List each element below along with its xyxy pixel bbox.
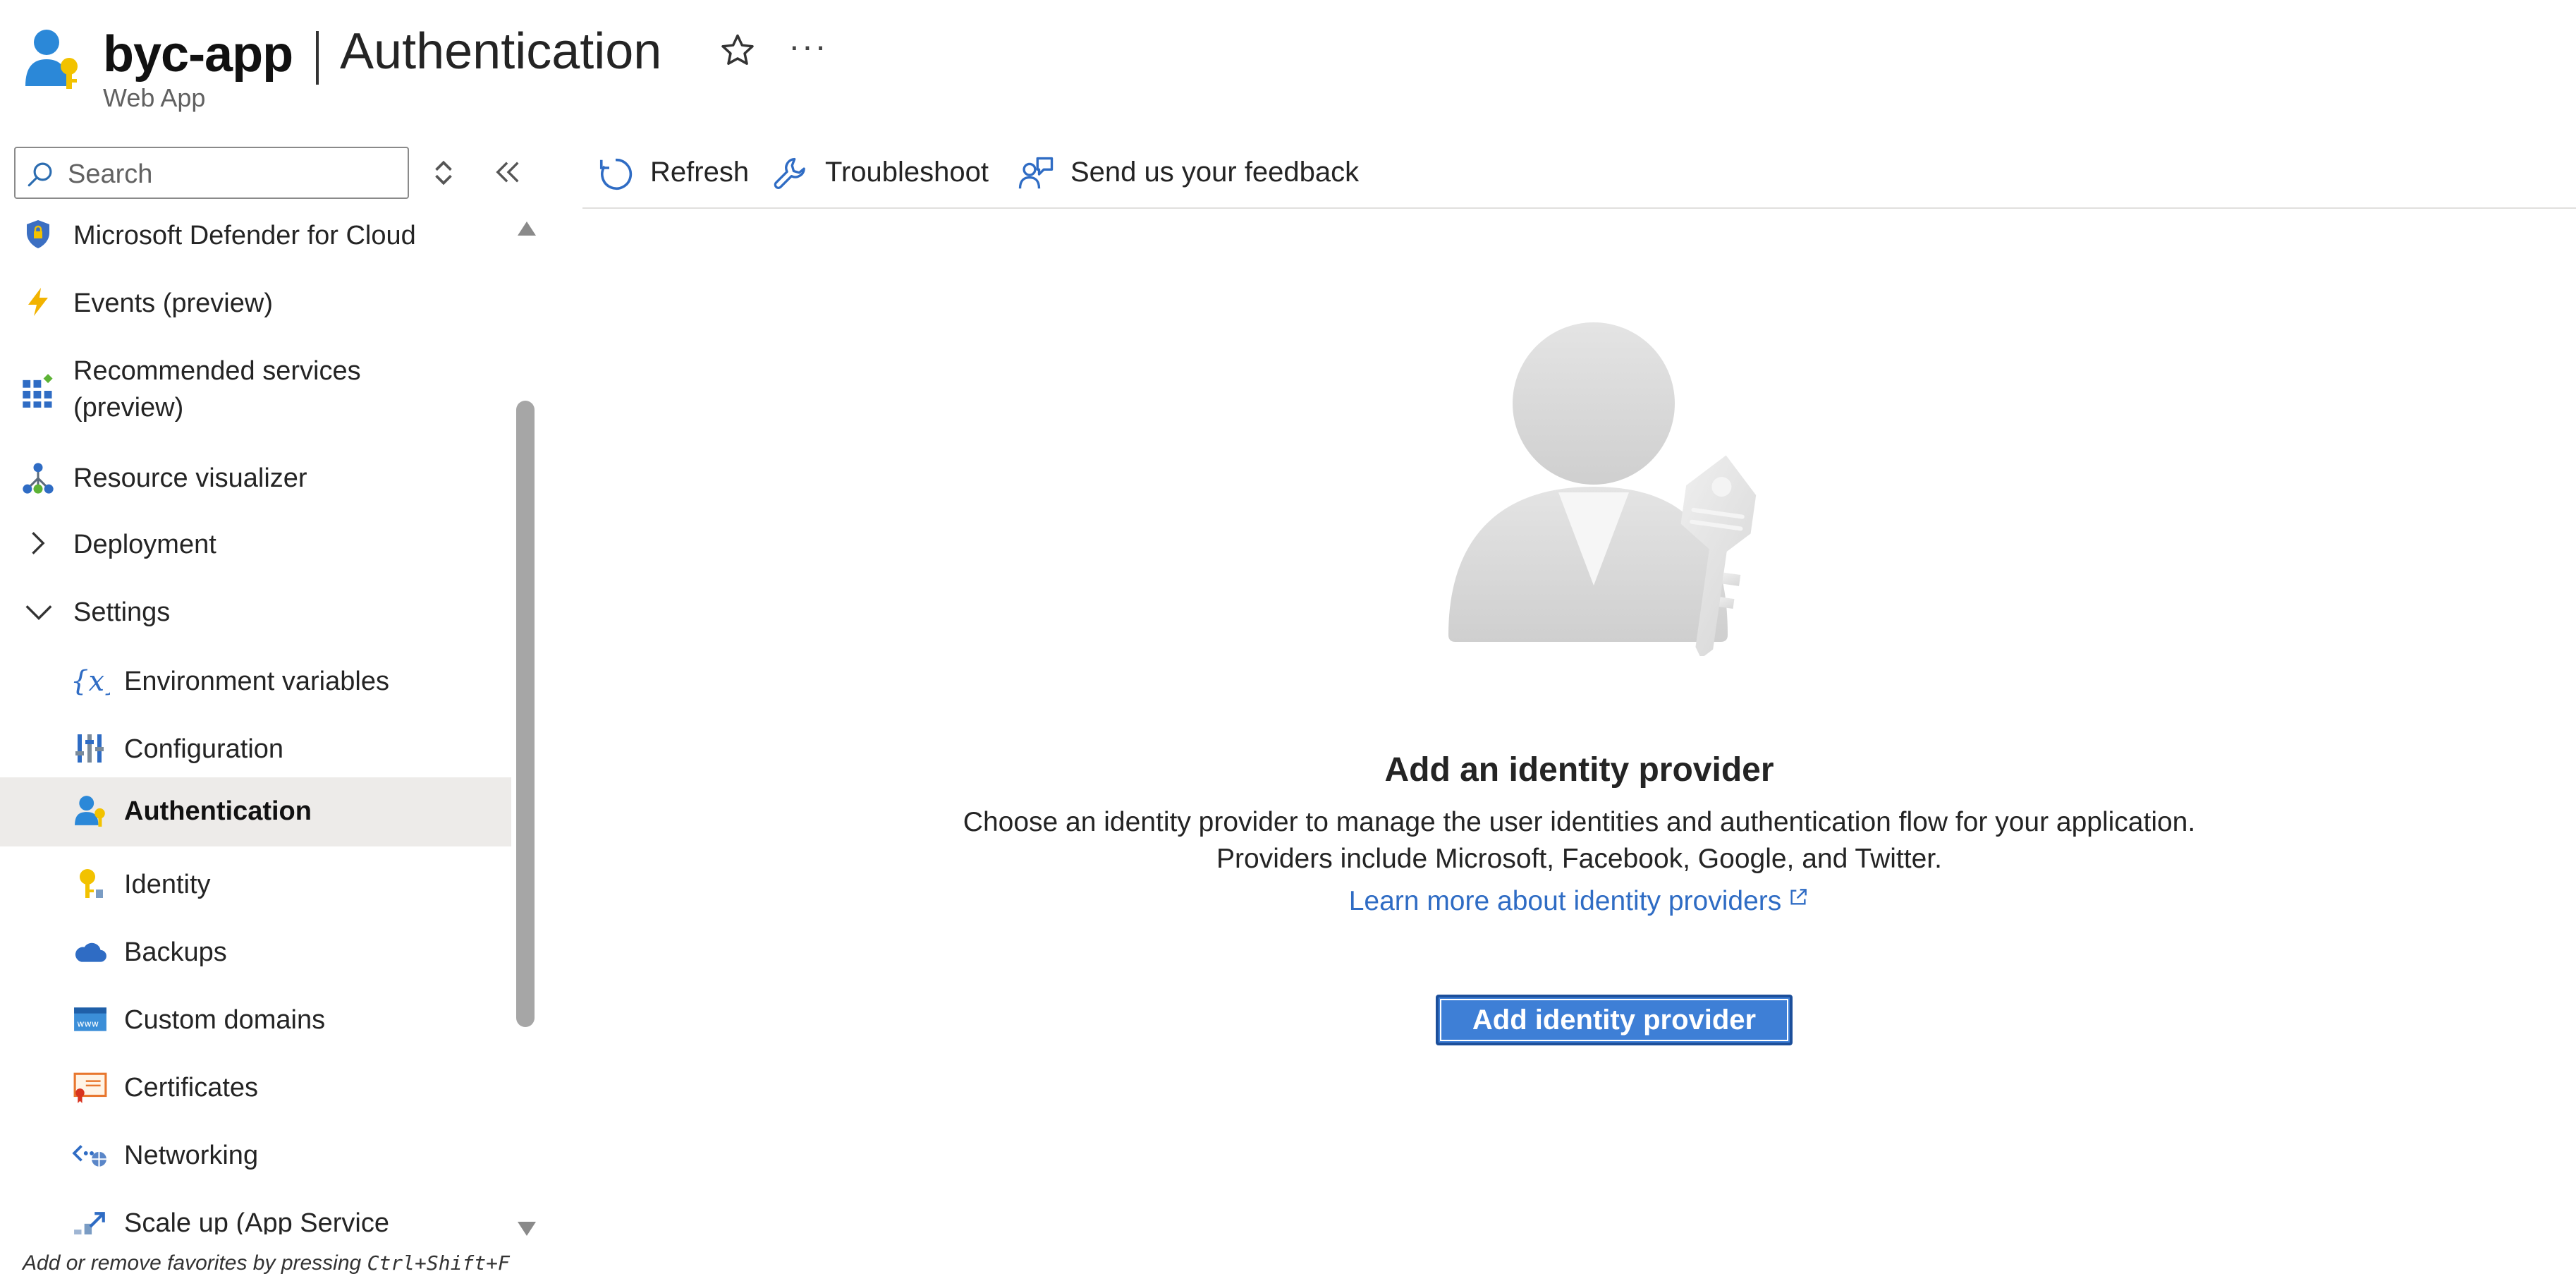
troubleshoot-button[interactable]: Troubleshoot [771, 150, 997, 196]
description-line-1: Choose an identity provider to manage th… [963, 807, 2196, 837]
www-icon: www [74, 1007, 106, 1031]
feedback-icon [1018, 157, 1054, 189]
sidebar-item-label: Custom domains [124, 1005, 326, 1035]
sidebar-nav: Microsoft Defender for Cloud Events (pre… [0, 212, 511, 1234]
sidebar-item-label: Events (preview) [73, 289, 273, 318]
favorites-hint-text: Add or remove favorites by pressing [23, 1251, 367, 1275]
expand-collapse-sort-icon[interactable] [432, 157, 456, 189]
sidebar-item-events[interactable]: Events (preview) [0, 279, 511, 329]
sidebar-item-label: Recommended services [73, 356, 361, 386]
sidebar-item-networking[interactable]: Networking [0, 1131, 511, 1181]
empty-state-description: Choose an identity provider to manage th… [582, 804, 2576, 878]
sidebar-item-certificates[interactable]: Certificates [0, 1064, 511, 1113]
page-header: byc-app Authentication Web App ··· [0, 0, 2576, 127]
sidebar-item-label: Scale up (App Service [124, 1208, 389, 1234]
shield-icon [27, 220, 49, 248]
troubleshoot-label: Troubleshoot [825, 157, 989, 188]
svg-text:www: www [77, 1018, 99, 1028]
scrollbar-thumb[interactable] [516, 401, 535, 1027]
sidebar-item-label: Resource visualizer [73, 463, 307, 493]
sidebar-item-microsoft-defender[interactable]: Microsoft Defender for Cloud [0, 212, 511, 261]
sidebar-item-deployment[interactable]: Deployment [0, 521, 511, 570]
sidebar-item-label: Authentication [124, 796, 312, 826]
sidebar-item-environment-variables[interactable]: {x} Environment variables [0, 657, 511, 707]
add-identity-provider-button[interactable]: Add identity provider [1436, 995, 1793, 1045]
refresh-icon [599, 158, 633, 190]
favorites-hint: Add or remove favorites by pressing Ctrl… [23, 1251, 510, 1275]
web-app-user-key-icon [25, 30, 78, 89]
favorite-star-icon[interactable] [718, 31, 757, 71]
description-line-2: Providers include Microsoft, Facebook, G… [1216, 844, 1942, 874]
favorites-hint-shortcut: Ctrl+Shift+F [367, 1251, 510, 1275]
user-key-icon [75, 796, 105, 827]
certificate-icon [73, 1072, 107, 1103]
learn-more-label: Learn more about identity providers [1348, 886, 1782, 916]
scroll-up-arrow-icon[interactable] [518, 221, 536, 236]
sidebar-item-label: Settings [73, 597, 171, 627]
chevron-right-icon [32, 532, 45, 554]
sidebar-scrollbar[interactable] [513, 216, 537, 1236]
command-bar: Refresh Troubleshoot Send us your feedba… [582, 141, 2576, 209]
variable-icon: {x} [71, 665, 110, 698]
sidebar-item-label: Certificates [124, 1073, 259, 1103]
sidebar-item-identity[interactable]: Identity [0, 861, 511, 910]
grid-icon [23, 374, 53, 408]
wrench-icon [774, 157, 805, 190]
feedback-label: Send us your feedback [1070, 157, 1360, 188]
resource-type-label: Web App [103, 83, 206, 112]
sidebar-item-resource-visualizer[interactable]: Resource visualizer [0, 454, 511, 504]
sliders-icon [75, 734, 104, 763]
svg-text:{x}: {x} [71, 665, 110, 698]
external-link-icon [1790, 889, 1807, 905]
sidebar-item-label: Networking [124, 1141, 259, 1170]
sidebar-item-backups[interactable]: Backups [0, 928, 511, 978]
sidebar-item-authentication[interactable]: Authentication [0, 777, 511, 846]
send-feedback-button[interactable]: Send us your feedback [1017, 150, 1384, 196]
more-options-button[interactable]: ··· [788, 25, 828, 66]
title-separator [316, 31, 319, 85]
lightning-icon [28, 288, 48, 316]
scroll-down-arrow-icon[interactable] [518, 1222, 536, 1236]
identity-provider-illustration [1448, 322, 1757, 656]
app-name: byc-app [103, 26, 293, 83]
sidebar-item-label: Identity [124, 870, 211, 899]
learn-more-link[interactable]: Learn more about identity providers [582, 886, 2576, 917]
sidebar-item-label: Microsoft Defender for Cloud [73, 221, 416, 250]
chevron-down-icon [25, 605, 52, 621]
empty-state-title: Add an identity provider [1384, 751, 1774, 789]
sidebar-item-label: Configuration [124, 734, 284, 764]
sidebar-item-scale-up[interactable]: Scale up (App Service [0, 1199, 511, 1234]
refresh-button[interactable]: Refresh [597, 150, 752, 196]
scale-icon [74, 1212, 105, 1234]
search-placeholder: Search [68, 159, 153, 189]
sidebar-item-label: Environment variables [124, 667, 389, 696]
sidebar-search-input[interactable]: Search [14, 147, 409, 199]
refresh-label: Refresh [650, 157, 750, 188]
search-icon [28, 162, 52, 187]
sidebar-item-settings[interactable]: Settings [0, 588, 511, 638]
collapse-sidebar-icon[interactable] [495, 158, 522, 186]
network-icon [72, 1145, 106, 1167]
cloud-icon [75, 942, 106, 962]
sidebar-item-recommended-services[interactable]: Recommended services (preview) [0, 350, 511, 435]
key-icon [80, 869, 103, 898]
sidebar-item-label: Backups [124, 937, 227, 967]
sidebar-item-label-line2: (preview) [73, 393, 184, 423]
sidebar-item-configuration[interactable]: Configuration [0, 725, 511, 775]
sidebar-item-label: Deployment [73, 530, 216, 559]
tree-icon [23, 463, 54, 494]
sidebar-item-custom-domains[interactable]: www Custom domains [0, 996, 511, 1045]
page-title: Authentication [340, 23, 662, 80]
